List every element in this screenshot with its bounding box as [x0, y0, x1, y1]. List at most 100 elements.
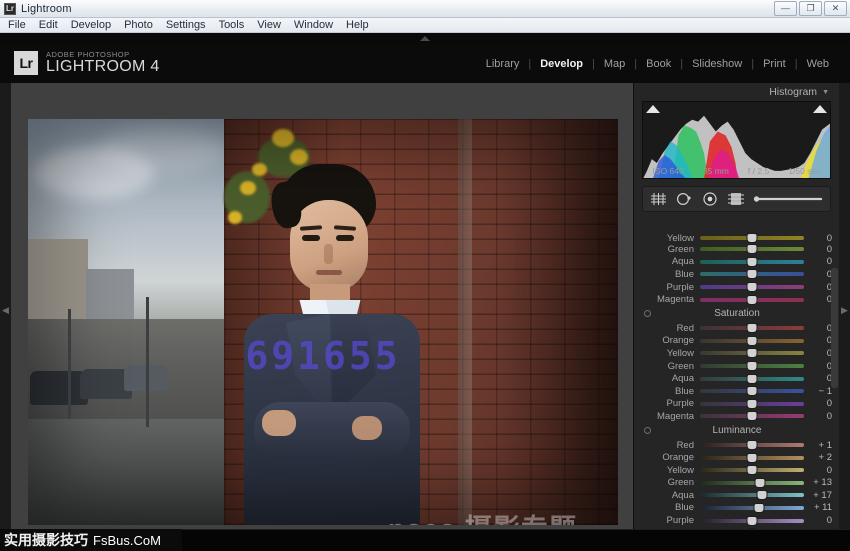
slider-value[interactable]: 0 [804, 465, 832, 476]
slider-knob[interactable] [748, 375, 757, 383]
slider-value[interactable]: 0 [804, 323, 832, 334]
slider-knob[interactable] [748, 234, 757, 242]
right-panel-toggle[interactable]: ▶ [839, 83, 850, 538]
slider-value[interactable]: 0 [804, 282, 832, 293]
saturation-row-blue[interactable]: Blue − 1 [642, 385, 832, 398]
slider-value[interactable]: + 17 [804, 490, 832, 501]
module-print[interactable]: Print [754, 58, 795, 70]
hue-row-blue[interactable]: Blue 0 [642, 268, 832, 281]
slider-track[interactable] [700, 285, 804, 289]
maximize-button[interactable]: ❐ [799, 1, 822, 16]
slider-value[interactable]: 0 [804, 233, 832, 243]
menu-help[interactable]: Help [346, 19, 369, 31]
slider-value[interactable]: 0 [804, 244, 832, 255]
slider-value[interactable]: 0 [804, 398, 832, 409]
saturation-row-magenta[interactable]: Magenta 0 [642, 410, 832, 423]
menu-photo[interactable]: Photo [124, 19, 153, 31]
module-web[interactable]: Web [798, 58, 838, 70]
luminance-row-red[interactable]: Red + 1 [642, 439, 832, 452]
top-panel-toggle[interactable] [0, 33, 850, 44]
slider-value[interactable]: + 13 [804, 477, 832, 488]
left-panel-toggle[interactable]: ◀ [0, 83, 11, 538]
luminance-row-aqua[interactable]: Aqua + 17 [642, 489, 832, 502]
slider-knob[interactable] [758, 491, 767, 499]
slider-track[interactable] [700, 519, 804, 523]
slider-track[interactable] [700, 481, 804, 485]
slider-track[interactable] [700, 260, 804, 264]
slider-knob[interactable] [748, 412, 757, 420]
slider-track[interactable] [700, 364, 804, 368]
slider-value[interactable]: + 11 [804, 502, 832, 513]
luminance-row-yellow[interactable]: Yellow 0 [642, 464, 832, 477]
close-button[interactable]: ✕ [824, 1, 847, 16]
slider-value[interactable]: − 1 [804, 386, 832, 397]
slider-value[interactable]: 0 [804, 348, 832, 359]
hue-row-aqua[interactable]: Aqua 0 [642, 256, 832, 269]
spot-removal-icon[interactable] [675, 191, 693, 207]
luminance-row-green[interactable]: Green + 13 [642, 477, 832, 490]
module-develop[interactable]: Develop [531, 58, 592, 70]
slider-track[interactable] [700, 326, 804, 330]
module-slideshow[interactable]: Slideshow [683, 58, 751, 70]
module-library[interactable]: Library [477, 58, 529, 70]
luminance-row-blue[interactable]: Blue + 11 [642, 502, 832, 515]
image-canvas[interactable]: poco 摄影专题 http://photo.poco.cn/ 691655 [11, 83, 633, 538]
highlight-clipping-indicator[interactable] [813, 105, 827, 113]
slider-track[interactable] [700, 236, 804, 240]
slider-track[interactable] [700, 377, 804, 381]
slider-knob[interactable] [748, 270, 757, 278]
identity-plate[interactable]: Lr ADOBE PHOTOSHOP LIGHTROOM 4 [14, 51, 160, 76]
slider-track[interactable] [700, 493, 804, 497]
slider-knob[interactable] [748, 441, 757, 449]
menu-settings[interactable]: Settings [166, 19, 206, 31]
menu-develop[interactable]: Develop [71, 19, 111, 31]
slider-knob[interactable] [748, 387, 757, 395]
slider-knob[interactable] [748, 400, 757, 408]
slider-value[interactable]: + 2 [804, 452, 832, 463]
slider-knob[interactable] [748, 283, 757, 291]
slider-knob[interactable] [748, 517, 757, 525]
slider-track[interactable] [700, 414, 804, 418]
histogram-graph[interactable]: ISO 640 35 mm f / 2.5 1/50 sec [642, 101, 831, 179]
menu-file[interactable]: File [8, 19, 26, 31]
histogram-header[interactable]: Histogram ▼ [634, 83, 839, 101]
hsl-panel[interactable]: Yellow 0 Green 0 Aqua 0 [634, 233, 840, 538]
red-eye-correction-icon[interactable] [701, 191, 719, 207]
slider-knob[interactable] [756, 479, 765, 487]
slider-knob[interactable] [748, 349, 757, 357]
slider-knob[interactable] [748, 296, 757, 304]
slider-knob[interactable] [748, 454, 757, 462]
saturation-row-yellow[interactable]: Yellow 0 [642, 347, 832, 360]
slider-value[interactable]: + 1 [804, 440, 832, 451]
graduated-filter-icon[interactable] [727, 191, 745, 207]
slider-value[interactable]: 0 [804, 335, 832, 346]
slider-track[interactable] [700, 298, 804, 302]
slider-track[interactable] [700, 402, 804, 406]
crop-overlay-icon[interactable] [649, 191, 667, 207]
menu-edit[interactable]: Edit [39, 19, 58, 31]
slider-track[interactable] [700, 456, 804, 460]
slider-track[interactable] [700, 389, 804, 393]
slider-track[interactable] [700, 339, 804, 343]
saturation-row-green[interactable]: Green 0 [642, 360, 832, 373]
slider-track[interactable] [700, 443, 804, 447]
target-adjust-icon[interactable] [644, 310, 651, 317]
saturation-row-purple[interactable]: Purple 0 [642, 398, 832, 411]
saturation-row-aqua[interactable]: Aqua 0 [642, 372, 832, 385]
slider-track[interactable] [700, 468, 804, 472]
adjustment-brush-icon[interactable] [753, 191, 824, 207]
slider-knob[interactable] [748, 258, 757, 266]
hue-row-purple[interactable]: Purple 0 [642, 281, 832, 294]
saturation-row-red[interactable]: Red 0 [642, 322, 832, 335]
shadow-clipping-indicator[interactable] [646, 105, 660, 113]
menu-tools[interactable]: Tools [219, 19, 245, 31]
slider-value[interactable]: 0 [804, 515, 832, 526]
loupe-image[interactable]: poco 摄影专题 http://photo.poco.cn/ 691655 [28, 119, 618, 525]
chevron-down-icon[interactable]: ▼ [822, 89, 829, 96]
slider-value[interactable]: 0 [804, 411, 832, 422]
slider-knob[interactable] [748, 362, 757, 370]
luminance-row-orange[interactable]: Orange + 2 [642, 451, 832, 464]
luminance-row-purple[interactable]: Purple 0 [642, 514, 832, 527]
slider-track[interactable] [700, 506, 804, 510]
slider-track[interactable] [700, 247, 804, 251]
